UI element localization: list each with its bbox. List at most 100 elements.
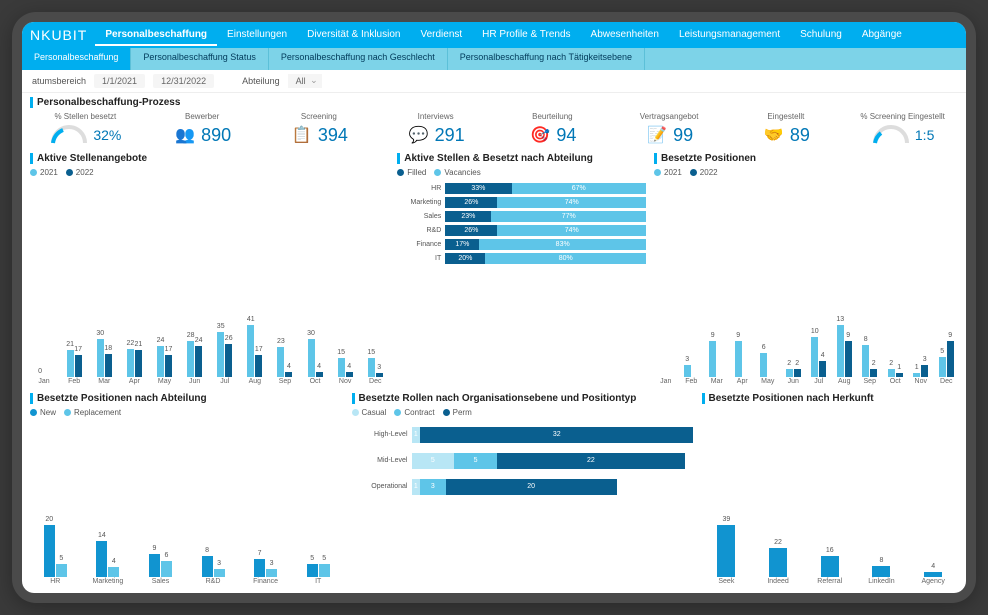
bar-group: Jan bbox=[654, 323, 678, 385]
bar-group: 22Indeed bbox=[753, 523, 803, 585]
top-nav: NKUBIT PersonalbeschaffungEinstellungenD… bbox=[22, 22, 966, 48]
kpi-card: Screening📋394 bbox=[264, 110, 375, 149]
legend-item: 2022 bbox=[66, 168, 94, 177]
hbar-row: IT20%80% bbox=[397, 253, 646, 264]
kpi-card: Beurteilung🎯94 bbox=[497, 110, 608, 149]
bar-group: 83R&D bbox=[188, 523, 239, 585]
kpi-card: Interviews💬291 bbox=[380, 110, 491, 149]
bar-group: 153Dec bbox=[361, 323, 389, 385]
hbar-row: HR33%67% bbox=[397, 183, 646, 194]
bar-group: 2824Jun bbox=[181, 323, 209, 385]
hbar-row: Finance17%83% bbox=[397, 239, 646, 250]
chart-legend: 2021 2022 bbox=[30, 166, 389, 179]
process-title: Personalbeschaffung-Prozess bbox=[30, 97, 958, 108]
kpi-label: % Stellen besetzt bbox=[32, 112, 139, 121]
chart-aktive-stellenangebote: Aktive Stellenangebote 20212022 0Jan2117… bbox=[30, 153, 389, 389]
bar-group: 139Aug bbox=[833, 323, 857, 385]
chart-title: Besetzte Rollen nach Organisationsebene … bbox=[352, 393, 694, 404]
topnav-item[interactable]: Abgänge bbox=[852, 25, 912, 46]
subnav-item[interactable]: Personalbeschaffung nach Tätigkeitsebene bbox=[448, 48, 645, 70]
chart-title: Aktive Stellenangebote bbox=[30, 153, 389, 164]
contract-icon: 📝 bbox=[645, 123, 669, 147]
bar-group: 144Marketing bbox=[83, 523, 134, 585]
bar-group: 55IT bbox=[293, 523, 344, 585]
kpi-label: Beurteilung bbox=[499, 112, 606, 121]
topnav-item[interactable]: Abwesenheiten bbox=[581, 25, 669, 46]
bar-group: 2417May bbox=[150, 323, 178, 385]
chart-besetzt-nach-abteilung: Besetzte Positionen nach Abteilung NewRe… bbox=[30, 393, 344, 589]
bar-group: 3Feb bbox=[680, 323, 704, 385]
topnav-item[interactable]: Verdienst bbox=[410, 25, 472, 46]
chart-title: Besetzte Positionen nach Herkunft bbox=[702, 393, 959, 404]
topnav-item[interactable]: Leistungsmanagement bbox=[669, 25, 790, 46]
legend-item: Casual bbox=[352, 408, 387, 417]
subnav-item[interactable]: Personalbeschaffung nach Geschlecht bbox=[269, 48, 448, 70]
date-from[interactable]: 1/1/2021 bbox=[94, 74, 145, 88]
topnav-item[interactable]: Schulung bbox=[790, 25, 852, 46]
handshake-icon: 🤝 bbox=[762, 123, 786, 147]
filter-bar: atumsbereich 1/1/2021 12/31/2022 Abteilu… bbox=[22, 70, 966, 93]
bar-group: 3526Jul bbox=[211, 323, 239, 385]
subnav-item[interactable]: Personalbeschaffung Status bbox=[131, 48, 268, 70]
legend-item: New bbox=[30, 408, 56, 417]
kpi-label: Eingestellt bbox=[733, 112, 840, 121]
chart-title: Besetzte Positionen nach Abteilung bbox=[30, 393, 344, 404]
bar-group: 96Sales bbox=[135, 523, 186, 585]
screen: NKUBIT PersonalbeschaffungEinstellungenD… bbox=[22, 22, 966, 593]
dashboard-content: Personalbeschaffung-Prozess % Stellen be… bbox=[22, 93, 966, 593]
hbar-row: R&D26%74% bbox=[397, 225, 646, 236]
kpi-card: Eingestellt🤝89 bbox=[731, 110, 842, 149]
kpi-card: Bewerber👥890 bbox=[147, 110, 258, 149]
legend-item: 2022 bbox=[690, 168, 718, 177]
tablet-frame: NKUBIT PersonalbeschaffungEinstellungenD… bbox=[12, 12, 976, 603]
legend-item: 2021 bbox=[30, 168, 58, 177]
chart-legend: NewReplacement bbox=[30, 406, 344, 419]
hbar-row: Mid-Level5522 bbox=[352, 453, 694, 469]
legend-item: 2021 bbox=[654, 168, 682, 177]
bar-group: 205HR bbox=[30, 523, 81, 585]
bar-group: 6May bbox=[756, 323, 780, 385]
bar-chart: 205HR144Marketing96Sales83R&D73Finance55… bbox=[30, 419, 344, 589]
topnav-item[interactable]: Personalbeschaffung bbox=[95, 25, 217, 46]
hbar-chart: HR33%67%Marketing26%74%Sales23%77%R&D26%… bbox=[397, 179, 646, 268]
dept-select[interactable]: All bbox=[288, 74, 322, 88]
legend-item: Contract bbox=[394, 408, 434, 417]
bar-group: 104Jul bbox=[807, 323, 831, 385]
bar-group: 16Referral bbox=[805, 523, 855, 585]
legend-item: Filled bbox=[397, 168, 426, 177]
topnav-item[interactable]: Diversität & Inklusion bbox=[297, 25, 410, 46]
bar-chart: Jan3Feb9Mar9Apr6May22Jun104Jul139Aug82Se… bbox=[654, 179, 958, 389]
chart-legend: 2021 2022 bbox=[654, 166, 958, 179]
topnav-item[interactable]: HR Profile & Trends bbox=[472, 25, 580, 46]
kpi-label: Interviews bbox=[382, 112, 489, 121]
bar-group: 8LinkedIn bbox=[857, 523, 907, 585]
kpi-card: Vertragsangebot📝99 bbox=[614, 110, 725, 149]
chart-legend: Casual Contract Perm bbox=[352, 406, 694, 419]
bar-group: 234Sep bbox=[271, 323, 299, 385]
chart-title: Besetzte Positionen bbox=[654, 153, 958, 164]
kpi-label: Vertragsangebot bbox=[616, 112, 723, 121]
bar-group: 13Nov bbox=[909, 323, 933, 385]
process-section: Personalbeschaffung-Prozess % Stellen be… bbox=[30, 97, 958, 149]
hbar-row: Operational1320 bbox=[352, 479, 694, 495]
date-to[interactable]: 12/31/2022 bbox=[153, 74, 214, 88]
subnav-item[interactable]: Personalbeschaffung bbox=[22, 48, 131, 70]
hbar-row: Marketing26%74% bbox=[397, 197, 646, 208]
bar-group: 59Dec bbox=[935, 323, 959, 385]
topnav-item[interactable]: Einstellungen bbox=[217, 25, 297, 46]
kpi-card: % Stellen besetzt32% bbox=[30, 110, 141, 149]
chart-title: Aktive Stellen & Besetzt nach Abteilung bbox=[397, 153, 646, 164]
clipboard-icon: 📋 bbox=[290, 123, 314, 147]
bar-group: 21Oct bbox=[884, 323, 908, 385]
kpi-label: Screening bbox=[266, 112, 373, 121]
hbar-chart: High-Level132Mid-Level5522Operational132… bbox=[352, 419, 694, 499]
chart-besetzt-rollen-ebene: Besetzte Rollen nach Organisationsebene … bbox=[352, 393, 694, 589]
bar-group: 2221Apr bbox=[120, 323, 148, 385]
bar-group: 4Agency bbox=[908, 523, 958, 585]
bar-group: 9Mar bbox=[705, 323, 729, 385]
kpi-row: % Stellen besetzt32%Bewerber👥890 Screenin… bbox=[30, 110, 958, 149]
bar-group: 39Seek bbox=[702, 523, 752, 585]
bar-group: 73Finance bbox=[240, 523, 291, 585]
legend-item: Perm bbox=[443, 408, 472, 417]
bar-group: 9Apr bbox=[731, 323, 755, 385]
